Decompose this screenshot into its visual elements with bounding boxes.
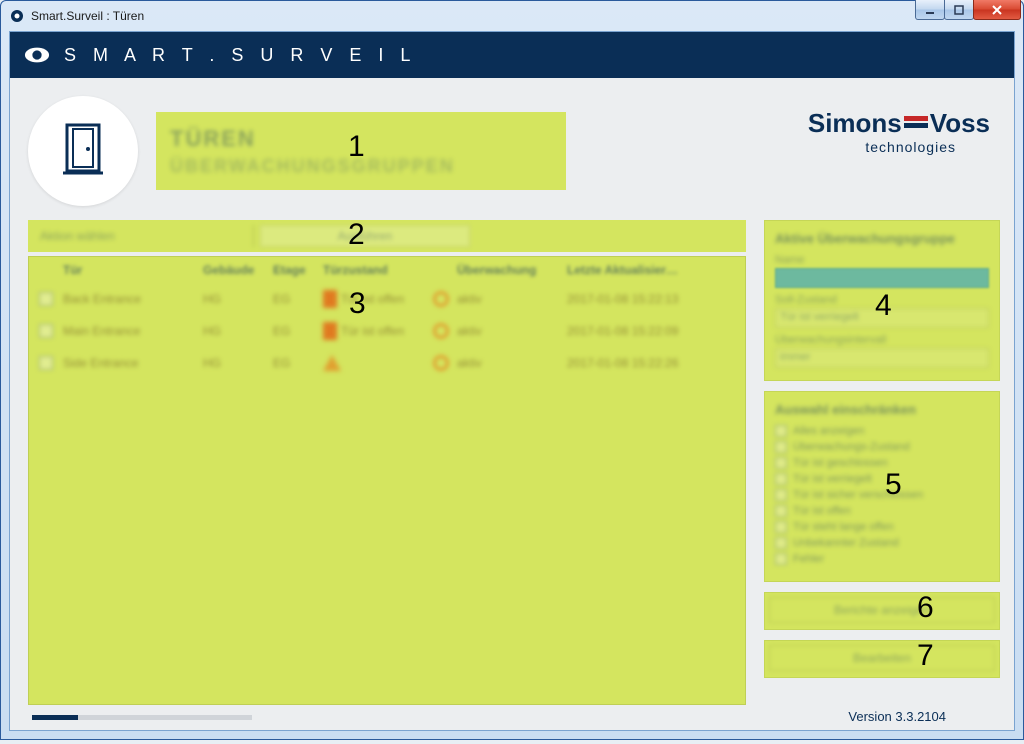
maximize-button[interactable] (944, 0, 974, 20)
window-frame: Smart.Surveil : Türen S M A R T . S U R … (0, 0, 1024, 740)
cell-floor: EG (273, 356, 323, 370)
col-floor[interactable]: Etage (273, 263, 323, 277)
col-building[interactable]: Gebäude (203, 263, 273, 277)
door-state-icon (323, 322, 337, 340)
logo-text-left: Simons (808, 108, 902, 138)
edit-button-wrap: 7 Bearbeiten (764, 640, 1000, 678)
filter-panel-title: Auswahl einschränken (775, 402, 989, 417)
logo-subtitle: technologies (808, 139, 956, 155)
cell-name: Side Entrance (63, 356, 203, 370)
filter-panel: 5 Auswahl einschränken Alles anzeigen Üb… (764, 391, 1000, 582)
cell-updated: 2017-01-08 15:22:13 (567, 292, 737, 306)
monitor-status-icon (433, 323, 449, 339)
eye-icon (24, 42, 50, 68)
door-warning-icon (323, 355, 341, 371)
section-icon-circle (28, 96, 138, 206)
window-titlebar[interactable]: Smart.Surveil : Türen (1, 1, 1023, 31)
table-row[interactable]: Side Entrance HG EG aktiv 2017-01-08 15:… (29, 347, 745, 379)
action-select[interactable]: Aktion wählen (34, 225, 254, 247)
cell-state: Tür ist offen (341, 324, 404, 338)
cell-floor: EG (273, 324, 323, 338)
cell-monitor: aktiv (457, 292, 567, 306)
action-bar: Aktion wählen Ausführen 2 (28, 220, 746, 252)
cell-building: HG (203, 292, 273, 306)
cell-updated: 2017-01-08 15:22:09 (567, 324, 737, 338)
checkbox-icon[interactable] (775, 553, 787, 565)
show-reports-button[interactable]: Berichte anzeigen (769, 597, 995, 623)
table-row[interactable]: Back Entrance HG EG Tür ist offen aktiv … (29, 283, 745, 315)
close-button[interactable] (973, 0, 1021, 20)
callout-4: 4 (875, 289, 892, 323)
checkbox-icon[interactable] (775, 441, 787, 453)
callout-3: 3 (349, 287, 366, 321)
edit-button[interactable]: Bearbeiten (769, 645, 995, 671)
group-name-label: Name (775, 254, 989, 266)
progress-fill (32, 715, 78, 720)
filter-option[interactable]: Tür ist offen (775, 505, 989, 517)
cell-name: Main Entrance (63, 324, 203, 338)
app-viewport: S M A R T . S U R V E I L (9, 31, 1015, 731)
door-state-icon (323, 290, 337, 308)
cell-updated: 2017-01-08 15:22:26 (567, 356, 737, 370)
cell-floor: EG (273, 292, 323, 306)
col-state[interactable]: Türzustand (323, 263, 433, 277)
brand-logo: Simons Voss technologies (808, 96, 1000, 155)
col-door[interactable]: Tür (63, 263, 203, 277)
app-title: S M A R T . S U R V E I L (64, 45, 416, 66)
callout-6: 6 (917, 591, 934, 625)
door-icon (61, 121, 105, 182)
row-checkbox[interactable] (39, 324, 53, 338)
table-header: Tür Gebäude Etage Türzustand Überwachung… (29, 257, 745, 283)
checkbox-icon[interactable] (775, 457, 787, 469)
window-title: Smart.Surveil : Türen (31, 9, 144, 23)
group-interval-value: immer (775, 348, 989, 368)
checkbox-icon[interactable] (775, 425, 787, 437)
monitor-status-icon (433, 355, 449, 371)
progress-bar (32, 715, 252, 720)
checkbox-icon[interactable] (775, 473, 787, 485)
group-interval-label: Überwachungsintervall (775, 334, 989, 346)
col-monitor[interactable]: Überwachung (457, 263, 567, 277)
checkbox-icon[interactable] (775, 521, 787, 533)
table-row[interactable]: Main Entrance HG EG Tür ist offen aktiv … (29, 315, 745, 347)
row-checkbox[interactable] (39, 292, 53, 306)
group-name-select[interactable] (775, 268, 989, 288)
group-panel-title: Aktive Überwachungsgruppe (775, 231, 989, 246)
filter-option[interactable]: Tür ist sicher verschlossen (775, 489, 989, 501)
filter-option[interactable]: Alles anzeigen (775, 425, 989, 437)
filter-option[interactable]: Fehler (775, 553, 989, 565)
filter-option[interactable]: Tür ist geschlossen (775, 457, 989, 469)
logo-bars-icon (904, 110, 928, 141)
cell-name: Back Entrance (63, 292, 203, 306)
app-header: S M A R T . S U R V E I L (10, 32, 1014, 78)
callout-2: 2 (348, 218, 365, 252)
callout-1: 1 (348, 130, 365, 164)
cell-building: HG (203, 324, 273, 338)
callout-5: 5 (885, 468, 902, 502)
app-icon (9, 8, 25, 24)
filter-option[interactable]: Unbekannter Zustand (775, 537, 989, 549)
section-nav: TÜREN ÜBERWACHUNGSGRUPPEN 1 (156, 112, 566, 190)
checkbox-icon[interactable] (775, 505, 787, 517)
cell-monitor: aktiv (457, 356, 567, 370)
monitor-status-icon (433, 291, 449, 307)
action-execute-button[interactable]: Ausführen (260, 225, 470, 247)
row-checkbox[interactable] (39, 356, 53, 370)
cell-monitor: aktiv (457, 324, 567, 338)
active-group-panel: 4 Aktive Überwachungsgruppe Name Soll-Zu… (764, 220, 1000, 381)
checkbox-icon[interactable] (775, 537, 787, 549)
callout-7: 7 (917, 639, 934, 673)
version-label: Version 3.3.2104 (848, 709, 996, 724)
checkbox-icon[interactable] (775, 489, 787, 501)
logo-text-right: Voss (930, 108, 990, 138)
reports-button-wrap: 6 Berichte anzeigen (764, 592, 1000, 630)
filter-option[interactable]: Tür ist verriegelt (775, 473, 989, 485)
doors-table: 3 Tür Gebäude Etage Türzustand Überwachu… (28, 256, 746, 705)
minimize-button[interactable] (915, 0, 945, 20)
filter-option[interactable]: Tür steht lange offen (775, 521, 989, 533)
cell-building: HG (203, 356, 273, 370)
col-updated[interactable]: Letzte Aktualisier… (567, 263, 737, 277)
filter-option[interactable]: Überwachungs-Zustand (775, 441, 989, 453)
